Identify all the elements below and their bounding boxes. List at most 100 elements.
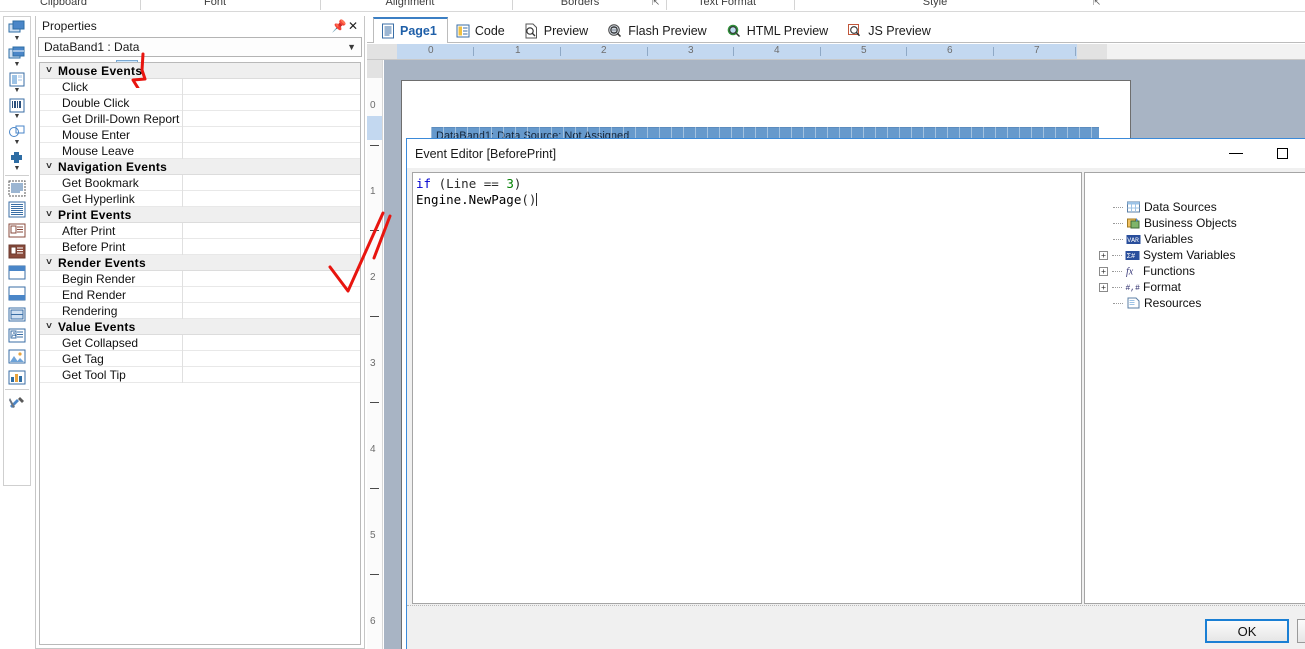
property-value[interactable] (183, 127, 360, 143)
tab-flash-preview[interactable]: Flash Preview (599, 17, 718, 43)
property-category-print-events[interactable]: ˅ Print Events (40, 207, 360, 223)
minimize-icon[interactable] (1213, 139, 1259, 168)
ok-button[interactable]: OK (1205, 619, 1289, 643)
group-header-band-icon[interactable] (4, 261, 30, 282)
image-component-icon[interactable] (4, 345, 30, 366)
property-value[interactable] (183, 271, 360, 287)
tab-js-preview[interactable]: JS Preview (839, 17, 942, 43)
tab-preview[interactable]: Preview (516, 17, 599, 43)
bands-dropdown-caret-icon[interactable]: ▼ (14, 35, 21, 43)
page-footer-band-icon[interactable] (4, 240, 30, 261)
expand-plus-icon[interactable]: + (1099, 250, 1108, 260)
collapse-chevron-icon[interactable]: ˅ (40, 257, 58, 268)
tree-item-functions[interactable]: + fx Functions (1093, 263, 1305, 279)
tree-item-format[interactable]: + #,# Format (1093, 279, 1305, 295)
property-value[interactable] (183, 175, 360, 191)
code-editor[interactable]: if (Line == 3) Engine.NewPage() (412, 172, 1082, 604)
table-row[interactable]: Click (40, 78, 360, 95)
collapse-chevron-icon[interactable]: ˅ (40, 161, 58, 172)
shapes-dropdown-caret-icon[interactable]: ▼ (14, 139, 21, 147)
bands-icon[interactable]: ▼ (4, 17, 30, 43)
tree-item-variables[interactable]: VAR Variables (1093, 231, 1305, 247)
shapes-icon[interactable]: ▼ (4, 121, 30, 147)
collapse-chevron-icon[interactable]: ˅ (40, 321, 58, 332)
table-row[interactable]: After Print (40, 222, 360, 239)
tree-item-label: Resources (1144, 296, 1202, 310)
vertical-ruler[interactable]: 0 1 2 3 4 5 6 (367, 60, 383, 649)
table-row-before-print[interactable]: Before Print (40, 238, 360, 255)
ruler-label: 0 (428, 45, 434, 56)
text-component-icon[interactable]: A (4, 324, 30, 345)
tree-item-business-objects[interactable]: Business Objects (1093, 215, 1305, 231)
data-band-icon[interactable] (4, 303, 30, 324)
table-row[interactable]: Get Tool Tip (40, 366, 360, 383)
close-icon[interactable]: ✕ (346, 19, 360, 33)
table-row[interactable]: End Render (40, 286, 360, 303)
property-value[interactable] (183, 303, 360, 319)
property-category-render-events[interactable]: ˅ Render Events (40, 255, 360, 271)
table-row[interactable]: Begin Render (40, 270, 360, 287)
tools-icon[interactable] (4, 391, 30, 412)
property-value[interactable] (183, 223, 360, 239)
table-row[interactable]: Get Hyperlink (40, 190, 360, 207)
tab-html-preview[interactable]: HTML Preview (718, 17, 840, 43)
cross-bands-dropdown-caret-icon[interactable]: ▼ (14, 61, 21, 69)
table-row[interactable]: Mouse Enter (40, 126, 360, 143)
plugins-dropdown-caret-icon[interactable]: ▼ (14, 165, 21, 173)
group-footer-band-icon[interactable] (4, 282, 30, 303)
collapse-chevron-icon[interactable]: ˅ (40, 65, 58, 76)
cross-tab-icon[interactable]: ▼ (4, 69, 30, 95)
table-row[interactable]: Get Collapsed (40, 334, 360, 351)
html-preview-icon (727, 24, 740, 37)
object-selector-combobox[interactable]: DataBand1 : Data ▼ (38, 37, 362, 57)
code-text: () (521, 192, 537, 207)
tree-item-resources[interactable]: Resources (1093, 295, 1305, 311)
table-row[interactable]: Get Bookmark (40, 174, 360, 191)
barcode-dropdown-caret-icon[interactable]: ▼ (14, 113, 21, 121)
property-category-navigation-events[interactable]: ˅ Navigation Events (40, 159, 360, 175)
expand-plus-icon[interactable]: + (1099, 266, 1108, 276)
table-row[interactable]: Get Tag (40, 350, 360, 367)
borders-dialog-launcher-icon[interactable]: ⇱ (652, 0, 660, 8)
report-summary-band-icon[interactable] (4, 198, 30, 219)
tree-item-label: Functions (1143, 264, 1196, 278)
page-header-band-icon[interactable] (4, 219, 30, 240)
tab-page1[interactable]: Page1 (373, 17, 448, 43)
property-value[interactable] (183, 367, 360, 383)
property-value[interactable] (183, 143, 360, 159)
table-row[interactable]: Double Click (40, 94, 360, 111)
tree-item-data-sources[interactable]: Data Sources (1093, 199, 1305, 215)
collapse-chevron-icon[interactable]: ˅ (40, 209, 58, 220)
property-grid: ˅ Mouse Events Click Double Click Get Dr… (39, 62, 361, 645)
report-title-band-icon[interactable] (4, 177, 30, 198)
property-value[interactable] (183, 191, 360, 207)
style-dialog-launcher-icon[interactable]: ⇱ (1093, 0, 1101, 8)
chart-component-icon[interactable] (4, 366, 30, 387)
tree-item-system-variables[interactable]: + Σ# System Variables (1093, 247, 1305, 263)
property-value[interactable] (183, 351, 360, 367)
table-row[interactable]: Get Drill-Down Report (40, 110, 360, 127)
property-value[interactable] (183, 79, 360, 95)
property-value[interactable] (183, 239, 360, 255)
property-value[interactable] (183, 287, 360, 303)
dialog-titlebar[interactable]: Event Editor [BeforePrint] (407, 139, 1305, 168)
horizontal-ruler[interactable]: 0 1 2 3 4 5 6 7 (367, 44, 1305, 60)
table-row[interactable]: Rendering (40, 302, 360, 319)
maximize-icon[interactable] (1259, 139, 1305, 168)
pin-icon[interactable]: 📌 (332, 19, 347, 33)
table-row[interactable]: Mouse Leave (40, 142, 360, 159)
plugins-icon[interactable]: ▼ (4, 147, 30, 173)
property-value[interactable] (183, 111, 360, 127)
property-category-mouse-events[interactable]: ˅ Mouse Events (40, 63, 360, 79)
property-name: Get Drill-Down Report (40, 110, 183, 127)
chevron-down-icon[interactable]: ▼ (347, 42, 359, 52)
property-value[interactable] (183, 95, 360, 111)
property-category-value-events[interactable]: ˅ Value Events (40, 319, 360, 335)
property-value[interactable] (183, 335, 360, 351)
barcode-icon[interactable]: ▼ (4, 95, 30, 121)
cross-tab-dropdown-caret-icon[interactable]: ▼ (14, 87, 21, 95)
cross-bands-icon[interactable]: ▼ (4, 43, 30, 69)
tab-code[interactable]: Code (448, 17, 516, 43)
cancel-button[interactable] (1297, 619, 1305, 643)
expand-plus-icon[interactable]: + (1099, 282, 1108, 292)
